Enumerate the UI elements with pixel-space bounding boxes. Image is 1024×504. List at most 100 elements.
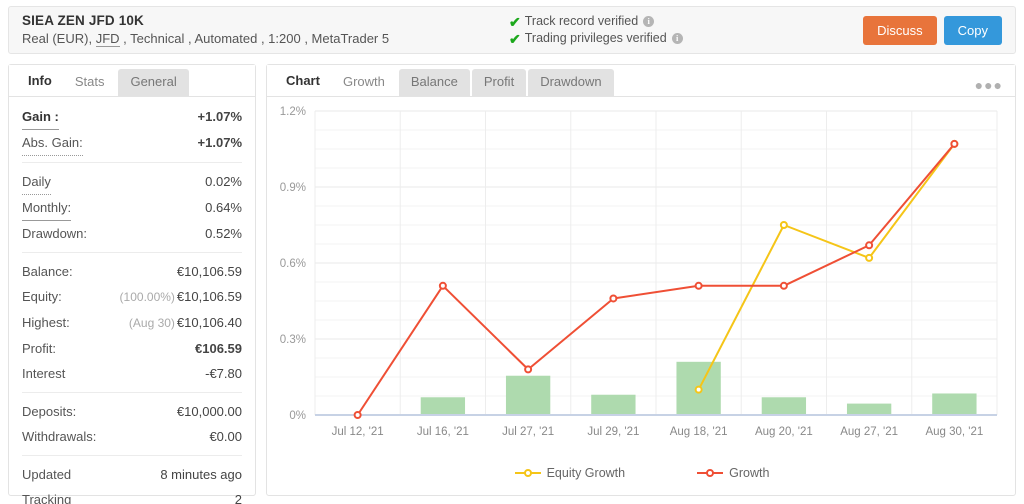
stat-key-updated: Updated [22, 467, 72, 482]
chart-bar [591, 394, 636, 415]
x-axis-tick: Aug 30, '21 [925, 426, 983, 438]
x-axis-tick: Jul 29, '21 [587, 426, 639, 438]
account-meta: Real (EUR), JFD , Technical , Automated … [22, 30, 509, 48]
legend-marker-equity-growth [514, 469, 541, 477]
tab-general[interactable]: General [118, 69, 189, 96]
chart-canvas: 0% 0.3% 0.6% 0.9% 1.2% Jul 12, '21 Jul 16, '21… [280, 106, 998, 438]
legend-item-equity-growth[interactable]: Equity Growth [514, 466, 626, 480]
stat-amount-highest: €10,106.40 [176, 315, 242, 330]
copy-button[interactable]: Copy [943, 15, 1002, 45]
stat-row-highest: Highest: (Aug 30) €10,106.40 [22, 310, 242, 336]
chart-point[interactable] [779, 281, 788, 290]
chart-point[interactable] [438, 281, 447, 290]
stat-row-balance: Balance: €10,106.59 [22, 259, 242, 284]
legend-marker-growth [697, 469, 724, 477]
x-axis-tick: Aug 20, '21 [755, 426, 813, 438]
stat-row-gain: Gain : +1.07% [22, 104, 242, 130]
stat-value-updated: 8 minutes ago [160, 467, 242, 482]
chart-panel: Chart Growth Balance Profit Drawdown ●●●… [266, 64, 1016, 496]
broker-link[interactable]: JFD [95, 31, 120, 47]
account-details: , Technical , Automated , 1:200 , MetaTr… [123, 31, 390, 46]
info-icon[interactable]: i [643, 16, 655, 27]
stat-row-equity: Equity: (100.00%) €10,106.59 [22, 284, 242, 310]
check-icon: ✔ [509, 13, 521, 30]
chart-point[interactable] [779, 221, 788, 229]
stat-key-profit: Profit: [22, 341, 56, 356]
stat-key-deposits: Deposits: [22, 404, 77, 419]
chart-point[interactable] [694, 281, 703, 290]
growth-chart: 0% 0.3% 0.6% 0.9% 1.2% Jul 12, '21 Jul 16, '21… [267, 97, 1017, 496]
stat-key-equity: Equity: [22, 289, 62, 304]
chart-point[interactable] [865, 241, 874, 250]
verify-label-trading-privileges: Trading privileges verified [524, 31, 667, 45]
info-icon[interactable]: i [671, 33, 683, 44]
y-axis-tick: 0.9% [280, 182, 306, 194]
stat-row-drawdown: Drawdown: 0.52% [22, 221, 242, 246]
account-header: SIEA ZEN JFD 10K Real (EUR), JFD , Techn… [8, 6, 1016, 54]
chart-bar [505, 375, 551, 415]
stat-value-abs-gain: +1.07% [197, 135, 242, 150]
stat-value-gain: +1.07% [197, 109, 242, 124]
legend-label-equity-growth: Equity Growth [546, 466, 626, 480]
stat-subvalue-equity: (100.00%) [119, 290, 175, 304]
stats-group-money: Balance: €10,106.59 Equity: (100.00%) €10… [22, 259, 242, 386]
stat-row-updated: Updated 8 minutes ago [22, 462, 242, 487]
stats-group-gain: Gain : +1.07% Abs. Gain: +1.07% [22, 104, 242, 156]
stat-value-highest: (Aug 30) €10,106.40 [129, 310, 242, 336]
stat-row-deposits: Deposits: €10,000.00 [22, 399, 242, 424]
check-icon: ✔ [509, 30, 521, 47]
verify-label-track-record: Track record verified [524, 14, 639, 28]
chart-bar [932, 393, 977, 415]
verify-row-trading-privileges: ✔ Trading privileges verified i [509, 30, 849, 47]
tab-balance[interactable]: Balance [398, 69, 470, 96]
account-identity: SIEA ZEN JFD 10K Real (EUR), JFD , Techn… [9, 12, 509, 48]
chart-point[interactable] [609, 294, 618, 303]
x-axis-tick: Jul 27, '21 [502, 426, 554, 438]
chart-tabbar: Chart Growth Balance Profit Drawdown ●●● [267, 65, 1015, 97]
stat-amount-equity: €10,106.59 [176, 289, 242, 304]
stat-key-monthly[interactable]: Monthly: [22, 195, 72, 221]
stat-row-daily: Daily 0.02% [22, 169, 242, 195]
chart-panel-label: Chart [286, 73, 320, 88]
chart-point[interactable] [694, 385, 703, 394]
stat-key-daily[interactable]: Daily [22, 169, 51, 195]
divider [22, 162, 242, 163]
y-axis-tick: 0.3% [280, 334, 306, 346]
stats-group-performance: Daily 0.02% Monthly: 0.64% Drawdown: 0.5… [22, 169, 242, 246]
x-axis-tick: Aug 27, '21 [840, 426, 898, 438]
tab-stats[interactable]: Stats [62, 69, 117, 96]
stat-value-balance: €10,106.59 [176, 264, 242, 279]
stats-panel-label: Info [28, 73, 52, 88]
discuss-button[interactable]: Discuss [863, 15, 937, 45]
chart-point[interactable] [353, 411, 362, 419]
stat-value-daily: 0.02% [205, 174, 242, 189]
chart-bar [846, 403, 892, 415]
chart-point[interactable] [865, 253, 874, 262]
legend-label-growth: Growth [729, 466, 770, 480]
x-axis-tick: Jul 16, '21 [417, 426, 469, 438]
stat-value-interest: -€7.80 [205, 366, 242, 381]
tab-drawdown[interactable]: Drawdown [528, 69, 614, 96]
stats-group-funding: Deposits: €10,000.00 Withdrawals: €0.00 [22, 399, 242, 449]
profile-page: SIEA ZEN JFD 10K Real (EUR), JFD , Techn… [0, 0, 1024, 504]
ellipsis-icon[interactable]: ●●● [975, 78, 1003, 92]
y-axis-tick: 1.2% [280, 106, 306, 118]
stat-key-abs-gain[interactable]: Abs. Gain: [22, 130, 83, 156]
tab-growth[interactable]: Growth [330, 69, 397, 96]
verification-block: ✔ Track record verified i ✔ Trading priv… [509, 13, 849, 47]
stat-key-tracking: Tracking [22, 492, 72, 504]
stat-value-profit: €106.59 [195, 341, 242, 356]
chart-point[interactable] [524, 365, 533, 374]
stat-key-gain[interactable]: Gain : [22, 104, 59, 130]
legend-item-growth[interactable]: Growth [697, 466, 769, 480]
stat-value-withdrawals: €0.00 [209, 429, 242, 444]
stat-row-interest: Interest -€7.80 [22, 361, 242, 386]
chart-legend: Equity Growth Growth [267, 466, 1017, 480]
stat-subvalue-highest: (Aug 30) [128, 316, 175, 330]
stat-row-withdrawals: Withdrawals: €0.00 [22, 424, 242, 449]
chart-point[interactable] [950, 139, 959, 148]
chart-bar [761, 397, 807, 415]
y-axis-tick: 0% [289, 410, 306, 422]
tab-profit[interactable]: Profit [471, 69, 527, 96]
stat-value-deposits: €10,000.00 [176, 404, 242, 419]
